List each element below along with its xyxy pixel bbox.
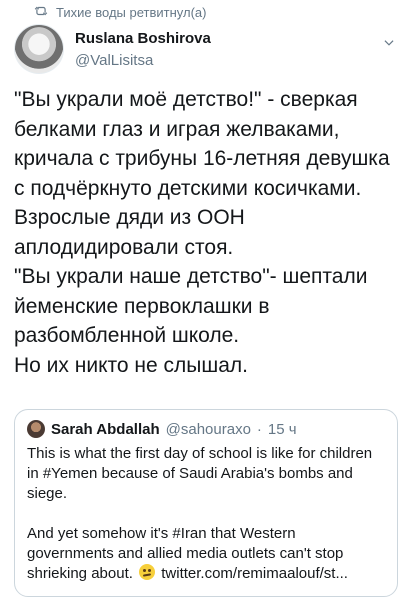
quoted-author-handle[interactable]: @sahouraxo	[166, 421, 251, 438]
quoted-meta-separator: ·	[256, 420, 262, 438]
avatar[interactable]	[14, 24, 64, 74]
quoted-tweet-header: Sarah Abdallah @sahouraxo · 15 ч	[27, 420, 385, 438]
author-name[interactable]: Ruslana Boshirova	[75, 30, 211, 47]
quoted-tweet-text: This is what the first day of school is …	[27, 445, 373, 582]
quoted-tweet-link[interactable]: twitter.com/remimaalouf/st...	[161, 565, 348, 582]
retweet-indicator: Тихие воды ретвитнул(а)	[34, 4, 206, 21]
quoted-tweet-card[interactable]: Sarah Abdallah @sahouraxo · 15 ч This is…	[14, 409, 398, 597]
tweet-text: "Вы украли моё детство!" - сверкая белка…	[14, 88, 390, 377]
retweet-icon	[34, 4, 48, 21]
chevron-down-icon[interactable]	[382, 36, 396, 50]
quoted-tweet-body: This is what the first day of school is …	[27, 444, 385, 584]
quoted-tweet-age[interactable]: 15 ч	[268, 421, 297, 438]
grimacing-face-emoji	[139, 564, 156, 580]
quoted-author-name[interactable]: Sarah Abdallah	[51, 421, 160, 438]
author-handle[interactable]: @ValLisitsa	[75, 52, 153, 69]
retweet-label[interactable]: Тихие воды ретвитнул(а)	[56, 5, 206, 20]
quoted-avatar[interactable]	[27, 420, 45, 438]
